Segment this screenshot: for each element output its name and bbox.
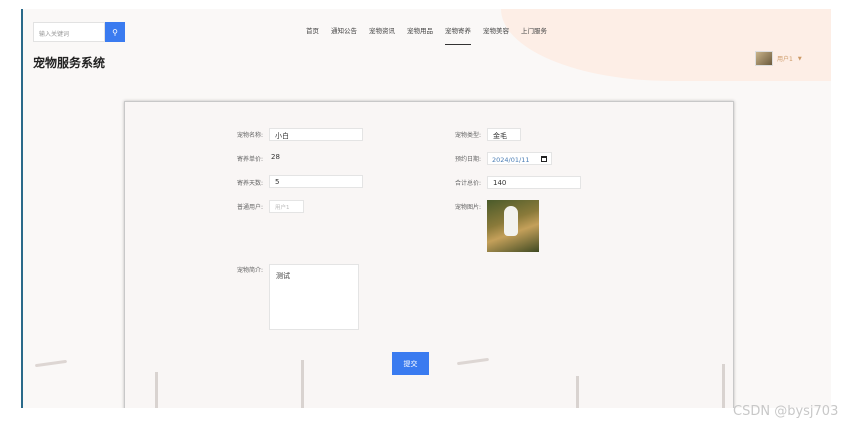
user-field-placeholder: 用户1: [275, 205, 290, 211]
pet-type-select[interactable]: 金毛: [487, 128, 521, 141]
pet-name-field[interactable]: 小白: [269, 128, 363, 141]
days-label: 寄养天数:: [237, 180, 264, 187]
date-field[interactable]: 2024/01/11: [487, 152, 552, 165]
nav-notice[interactable]: 通知公告: [331, 25, 357, 45]
site-title: 宠物服务系统: [33, 56, 106, 70]
dog-image: [504, 206, 518, 236]
intro-label: 宠物简介:: [237, 267, 264, 274]
total-field[interactable]: 140: [487, 176, 581, 189]
calendar-icon[interactable]: [541, 156, 547, 162]
header-decoration: [501, 9, 831, 81]
csdn-watermark: CSDN @bysj703: [733, 404, 839, 419]
boarding-form: 宠物名称: 小白 寄养单价: 28 寄养天数: 5 普通用户: 用户1 宠物简介…: [34, 101, 734, 408]
pet-photo[interactable]: [487, 200, 539, 252]
user-name: 用户1: [777, 56, 793, 63]
nav-home-service[interactable]: 上门服务: [521, 25, 547, 45]
user-label: 普通用户:: [237, 204, 264, 211]
submit-button[interactable]: 提交: [392, 352, 429, 375]
nav-boarding[interactable]: 宠物寄养: [445, 25, 471, 45]
date-label: 预约日期:: [455, 156, 482, 163]
plane-decoration: [34, 359, 68, 368]
date-value: 2024/01/11: [492, 156, 530, 164]
user-field[interactable]: 用户1: [269, 200, 304, 213]
plane-decoration: [456, 357, 490, 366]
nav-supplies[interactable]: 宠物用品: [407, 25, 433, 45]
search-icon: ⚲: [112, 27, 118, 37]
tower-decoration: [301, 360, 304, 408]
intro-textarea[interactable]: 测试: [269, 264, 359, 330]
tower-decoration: [722, 364, 725, 408]
nav-home[interactable]: 首页: [306, 25, 319, 45]
tower-decoration: [576, 376, 579, 408]
nav-news[interactable]: 宠物资讯: [369, 25, 395, 45]
tower-decoration: [155, 372, 158, 408]
search-button[interactable]: ⚲: [105, 22, 125, 42]
browser-viewport: 输入关键词 ⚲ 宠物服务系统 首页 通知公告 宠物资讯 宠物用品 宠物寄养 宠物…: [21, 9, 831, 408]
unit-price-label: 寄养单价:: [237, 156, 264, 163]
nav-grooming[interactable]: 宠物美容: [483, 25, 509, 45]
unit-price-value: 28: [271, 153, 280, 161]
avatar: [755, 51, 773, 66]
chevron-down-icon: ▼: [797, 55, 802, 62]
pet-type-label: 宠物类型:: [455, 132, 482, 139]
search-input[interactable]: 输入关键词: [33, 22, 105, 42]
top-nav: 首页 通知公告 宠物资讯 宠物用品 宠物寄养 宠物美容 上门服务: [306, 25, 559, 45]
photo-label: 宠物图片:: [455, 204, 482, 211]
pet-name-label: 宠物名称:: [237, 132, 264, 139]
user-menu[interactable]: 用户1 ▼: [755, 51, 802, 66]
total-label: 合计总价:: [455, 180, 482, 187]
days-field[interactable]: 5: [269, 175, 363, 188]
